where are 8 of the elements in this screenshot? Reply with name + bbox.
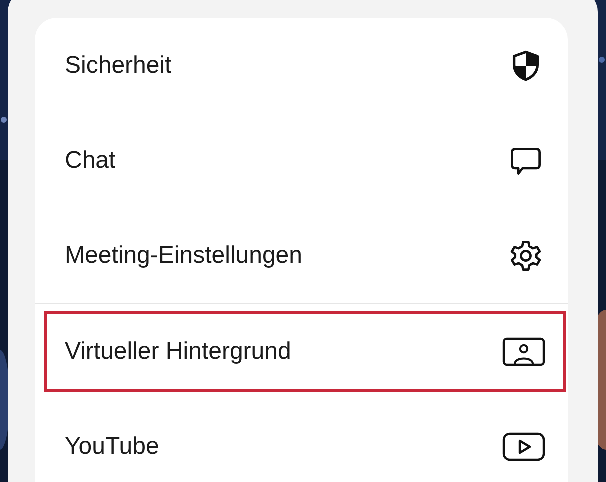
portrait-icon: [502, 336, 546, 366]
menu-item[interactable]: Virtueller Hintergrund: [44, 311, 566, 392]
settings-icon: [509, 238, 543, 272]
menu-item[interactable]: Meeting-Einstellungen: [44, 215, 566, 296]
video-icon: [502, 432, 546, 462]
menu-item[interactable]: YouTube: [44, 406, 566, 482]
menu-item[interactable]: Sicherheit: [44, 25, 566, 106]
menu-item[interactable]: Chat: [44, 120, 566, 201]
